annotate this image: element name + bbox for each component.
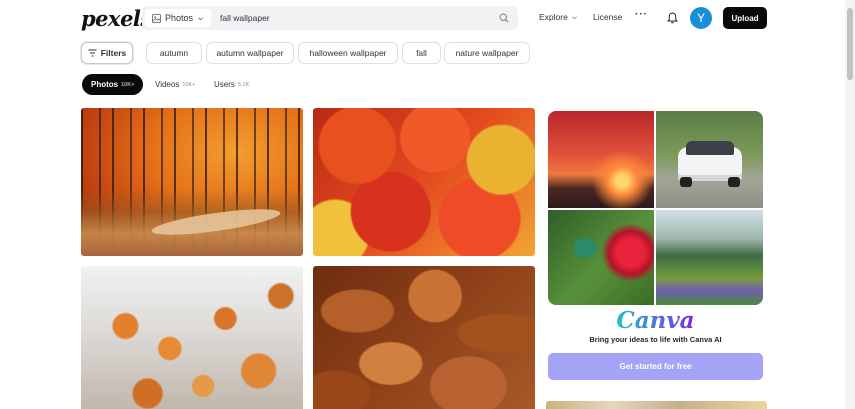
car-wheel [728, 177, 740, 187]
search-icon [499, 13, 509, 23]
search-type-label: Photos [165, 13, 194, 23]
photo-brown-fallen-leaves[interactable] [313, 266, 535, 409]
tab-users-label: Users [214, 80, 235, 89]
chip-nature-wallpaper[interactable]: nature wallpaper [444, 42, 530, 64]
tab-users-count: 5.1K [237, 81, 250, 88]
get-started-button[interactable]: Get started for free [548, 353, 763, 380]
chip-halloween-wallpaper[interactable]: halloween wallpaper [298, 42, 398, 64]
tab-videos[interactable]: Videos 10K+ [155, 74, 195, 95]
search-type-dropdown[interactable]: Photos [145, 9, 212, 27]
photo-autumn-forest-path[interactable] [81, 108, 303, 256]
next-ad-preview [546, 401, 767, 409]
canva-logo-text: Canva [616, 307, 695, 334]
filters-label: Filters [100, 48, 127, 58]
notifications-button[interactable] [666, 11, 679, 29]
more-menu-button[interactable]: ··· [635, 9, 648, 20]
nav-license[interactable]: License [593, 12, 622, 22]
chevron-down-icon [198, 16, 204, 20]
ad-image-meadow [656, 210, 763, 305]
chip-autumn-wallpaper[interactable]: autumn wallpaper [206, 42, 294, 64]
ad-tagline: Bring your ideas to life with Canva AI [589, 335, 722, 344]
ad-image-hummingbird [548, 210, 654, 305]
tab-videos-label: Videos [155, 80, 180, 89]
photo-orange-leaves-branches[interactable] [81, 266, 303, 409]
car-windshield [686, 141, 734, 155]
photo-red-maple-leaves[interactable] [313, 108, 535, 256]
canva-logo: Canva [548, 307, 763, 334]
chip-fall[interactable]: fall [402, 42, 441, 64]
tab-photos-label: Photos [91, 80, 119, 89]
ad-image-car [656, 111, 763, 208]
filters-button[interactable]: Filters [81, 42, 133, 64]
canva-ad[interactable]: Canva Bring your ideas to life with Canv… [548, 111, 763, 399]
nav-explore[interactable]: Explore [539, 12, 578, 22]
tab-videos-count: 10K+ [182, 81, 196, 88]
ad-image-sunset [548, 111, 654, 208]
car-wheel [680, 177, 692, 187]
tab-photos-count: 10K+ [121, 81, 135, 88]
tab-users[interactable]: Users 5.1K [214, 74, 249, 95]
chevron-down-icon [571, 15, 577, 19]
tab-photos[interactable]: Photos 10K+ [82, 74, 144, 95]
bell-icon [666, 12, 679, 24]
page-scrollbar[interactable] [845, 0, 855, 409]
chip-autumn[interactable]: autumn [146, 42, 202, 64]
filter-icon [88, 49, 97, 57]
scrollbar-thumb[interactable] [847, 8, 853, 80]
image-icon [152, 13, 161, 23]
search-button[interactable] [494, 8, 514, 28]
search-input[interactable] [220, 13, 494, 23]
avatar[interactable]: Y [690, 7, 712, 29]
forest-path [150, 204, 282, 240]
nav-explore-label: Explore [539, 12, 568, 22]
search-bar: Photos [142, 6, 518, 30]
upload-button[interactable]: Upload [723, 7, 767, 29]
